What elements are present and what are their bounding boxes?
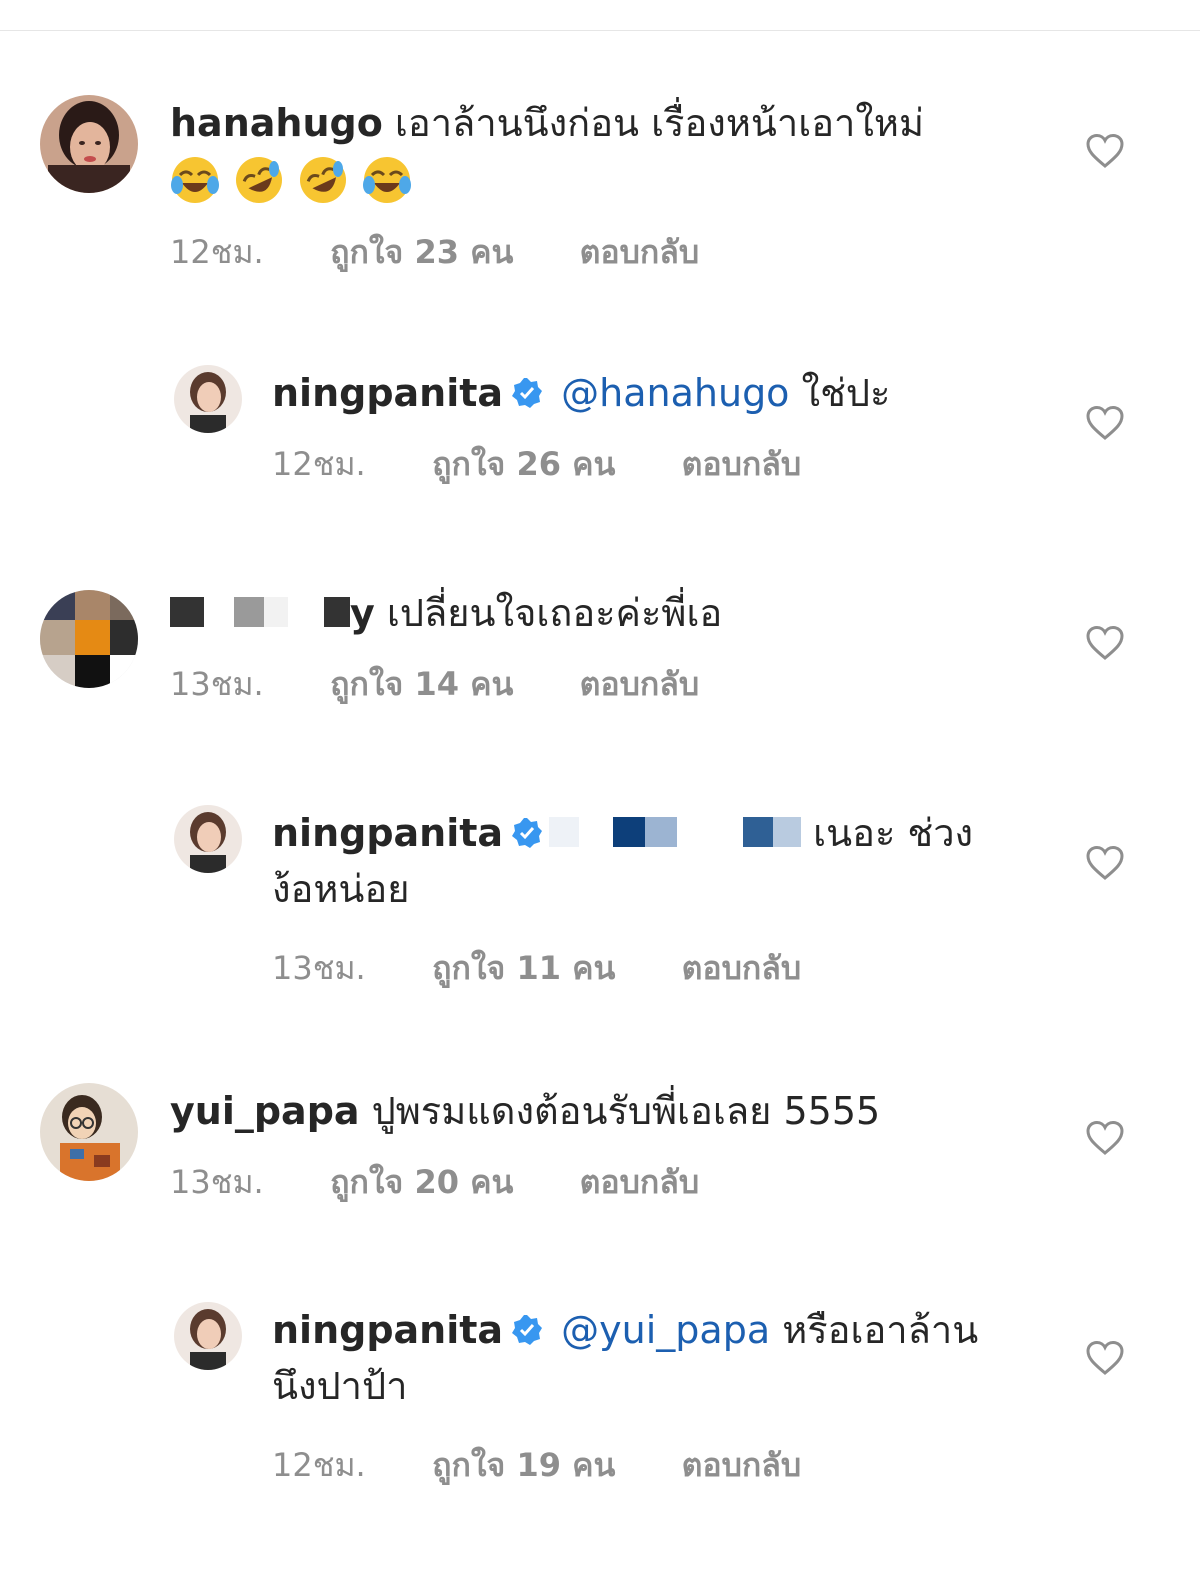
username[interactable]: hanahugo (170, 101, 383, 145)
comment-meta: 13ชม. ถูกใจ 20 คน ตอบกลับ (170, 1157, 1030, 1208)
redaction-block (264, 596, 288, 627)
comment-text: ningpanita @hanahugo ใช่ปะ (272, 365, 1032, 421)
comment-body: y เปลี่ยนใจเถอะค่ะพี่เอ 13ชม. ถูกใจ 14 ค… (170, 585, 1030, 710)
reply-button[interactable]: ตอบกลับ (580, 1157, 700, 1208)
comment-reply-item: ningpanita @hanahugo ใช่ปะ 12ชม. ถูกใจ 2… (0, 365, 1200, 505)
reply-button[interactable]: ตอบกลับ (682, 943, 802, 994)
comment-text: hanahugo เอาล้านนึงก่อน เรื่องหน้าเอาใหม… (170, 95, 1030, 151)
redaction-block (324, 596, 350, 627)
avatar[interactable] (40, 95, 138, 193)
comment-message: หรือเอาล้าน (782, 1308, 979, 1352)
comment-meta: 12ชม. ถูกใจ 26 คน ตอบกลับ (272, 439, 1032, 490)
top-divider (0, 30, 1200, 31)
comment-item: hanahugo เอาล้านนึงก่อน เรื่องหน้าเอาใหม… (0, 95, 1200, 295)
comment-text: y เปลี่ยนใจเถอะค่ะพี่เอ (170, 585, 1030, 641)
like-count[interactable]: ถูกใจ 11 คน (432, 943, 615, 994)
heart-icon[interactable] (1085, 845, 1125, 881)
like-count[interactable]: ถูกใจ 20 คน (330, 1157, 513, 1208)
like-count[interactable]: ถูกใจ 19 คน (432, 1440, 615, 1491)
emoji-row (170, 155, 1030, 205)
comment-reply-item: ningpanita @yui_papa หรือเอาล้าน นึงปาป้… (0, 1302, 1200, 1492)
comment-text: ningpanita เนอะ ช่วง (272, 805, 1032, 861)
comment-time: 13ชม. (170, 665, 264, 703)
comment-meta: 13ชม. ถูกใจ 14 คน ตอบกลับ (170, 659, 1030, 710)
avatar[interactable] (40, 1083, 138, 1181)
rolling-on-floor-laughing-icon (236, 157, 282, 203)
comment-time: 12ชม. (272, 1446, 366, 1484)
heart-icon[interactable] (1085, 133, 1125, 169)
avatar-pixelated[interactable] (40, 590, 138, 688)
heart-icon[interactable] (1085, 1120, 1125, 1156)
comment-message: ใช่ปะ (801, 371, 891, 415)
heart-icon[interactable] (1085, 1340, 1125, 1376)
comment-body: ningpanita @yui_papa หรือเอาล้าน นึงปาป้… (272, 1302, 1032, 1491)
username-tail: y (350, 591, 375, 635)
reply-button[interactable]: ตอบกลับ (580, 227, 700, 278)
like-count[interactable]: ถูกใจ 23 คน (330, 227, 513, 278)
comment-message: เอาล้านนึงก่อน เรื่องหน้าเอาใหม่ (394, 101, 925, 145)
mention-link[interactable]: @hanahugo (561, 371, 789, 415)
redaction-block (645, 816, 678, 847)
comment-time: 13ชม. (170, 1163, 264, 1201)
comment-body: hanahugo เอาล้านนึงก่อน เรื่องหน้าเอาใหม… (170, 95, 1030, 278)
comment-message: เนอะ ช่วง (813, 811, 974, 855)
mention-link-redacted[interactable] (549, 811, 802, 855)
face-with-tears-of-joy-icon (363, 157, 411, 203)
avatar[interactable] (174, 1302, 242, 1370)
comment-text: ningpanita @yui_papa หรือเอาล้าน (272, 1302, 1032, 1358)
mention-link[interactable]: @yui_papa (561, 1308, 770, 1352)
redaction-block (613, 816, 646, 847)
comment-body: ningpanita @hanahugo ใช่ปะ 12ชม. ถูกใจ 2… (272, 365, 1032, 490)
username-redacted[interactable]: y (170, 591, 375, 635)
comment-text: yui_papa ปูพรมแดงต้อนรับพี่เอเลย 5555 (170, 1083, 1030, 1139)
username[interactable]: ningpanita (272, 1308, 503, 1352)
comment-body: ningpanita เนอะ ช่วง ง้อหน่อย 13ชม. ถูกใ… (272, 805, 1032, 994)
comment-text-continued: ง้อหน่อย (272, 867, 410, 911)
reply-button[interactable]: ตอบกลับ (682, 1440, 802, 1491)
redaction-block (773, 816, 802, 847)
comment-meta: 13ชม. ถูกใจ 11 คน ตอบกลับ (272, 943, 1032, 994)
verified-badge-icon (512, 377, 543, 408)
heart-icon[interactable] (1085, 405, 1125, 441)
redaction-block (170, 596, 204, 627)
comment-meta: 12ชม. ถูกใจ 23 คน ตอบกลับ (170, 227, 1030, 278)
face-with-tears-of-joy-icon (171, 157, 219, 203)
redaction-block (549, 816, 580, 847)
comment-time: 12ชม. (272, 445, 366, 483)
redaction-block (743, 816, 774, 847)
username[interactable]: ningpanita (272, 811, 503, 855)
comment-item: y เปลี่ยนใจเถอะค่ะพี่เอ 13ชม. ถูกใจ 14 ค… (0, 585, 1200, 715)
comment-body: yui_papa ปูพรมแดงต้อนรับพี่เอเลย 5555 13… (170, 1083, 1030, 1208)
verified-badge-icon (512, 817, 543, 848)
avatar[interactable] (174, 805, 242, 873)
redaction-block (234, 596, 264, 627)
avatar[interactable] (174, 365, 242, 433)
comment-message: ปูพรมแดงต้อนรับพี่เอเลย 5555 (371, 1089, 881, 1133)
like-count[interactable]: ถูกใจ 14 คน (330, 659, 513, 710)
comment-message: เปลี่ยนใจเถอะค่ะพี่เอ (386, 591, 723, 635)
comment-time: 12ชม. (170, 233, 264, 271)
like-count[interactable]: ถูกใจ 26 คน (432, 439, 615, 490)
comment-time: 13ชม. (272, 949, 366, 987)
heart-icon[interactable] (1085, 625, 1125, 661)
reply-button[interactable]: ตอบกลับ (580, 659, 700, 710)
username[interactable]: ningpanita (272, 371, 503, 415)
comment-item: yui_papa ปูพรมแดงต้อนรับพี่เอเลย 5555 13… (0, 1083, 1200, 1213)
comment-reply-item: ningpanita เนอะ ช่วง ง้อหน่อย 13ชม. ถูกใ… (0, 805, 1200, 995)
username[interactable]: yui_papa (170, 1089, 360, 1133)
reply-button[interactable]: ตอบกลับ (682, 439, 802, 490)
verified-badge-icon (512, 1314, 543, 1345)
comment-text-continued: นึงปาป้า (272, 1364, 408, 1408)
comment-meta: 12ชม. ถูกใจ 19 คน ตอบกลับ (272, 1440, 1032, 1491)
rolling-on-floor-laughing-icon (300, 157, 346, 203)
